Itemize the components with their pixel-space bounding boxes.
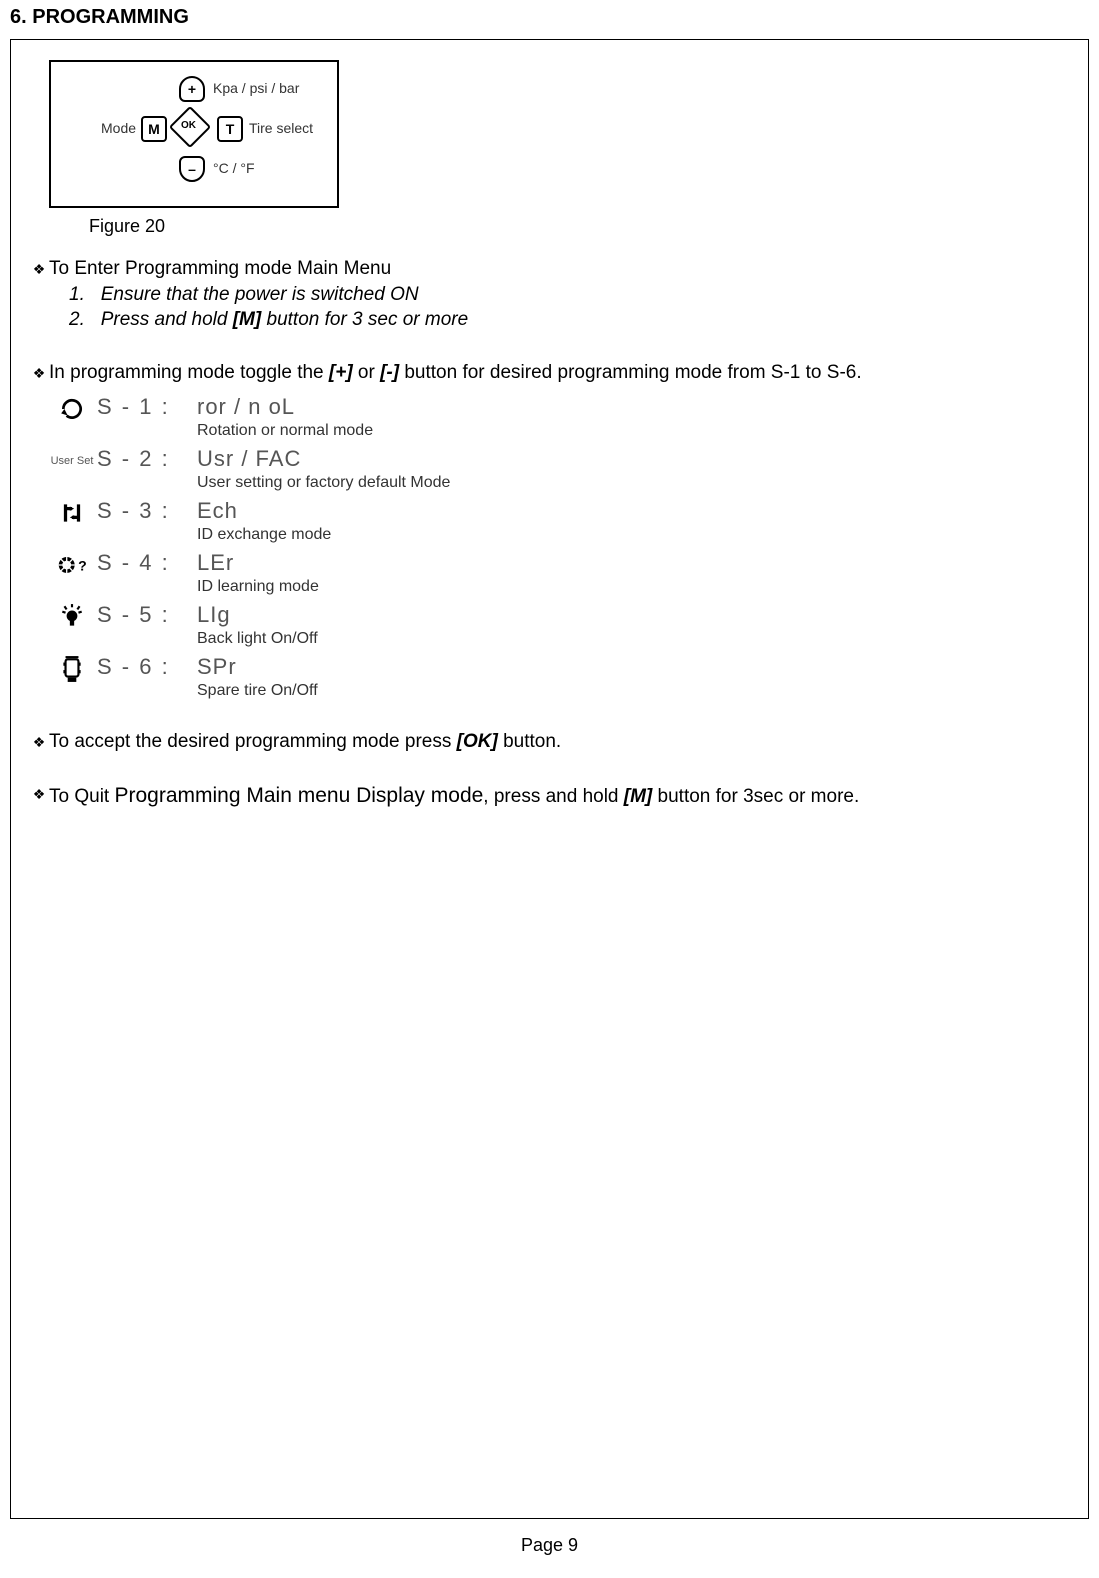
plus-button-icon: + — [179, 76, 205, 102]
bullet-quit-mode: ❖ To Quit Programming Main menu Display … — [29, 782, 1070, 810]
figure-caption: Figure 20 — [89, 216, 1070, 237]
mode-code: S - 3 : — [97, 498, 197, 524]
t-button-icon: T — [217, 116, 243, 142]
mode-short: SPr — [197, 654, 237, 680]
m-button-ref: [M] — [624, 786, 652, 807]
step-number: 1. — [69, 284, 85, 305]
mode-desc: Rotation or normal mode — [197, 422, 373, 440]
figure-20-diagram: + M OK T – Kpa / psi / bar Mode Tire sel… — [49, 60, 339, 208]
m-button-icon: M — [141, 116, 167, 142]
mode-short: LEr — [197, 550, 234, 576]
mode-desc: ID exchange mode — [197, 526, 331, 544]
mode-row-s6: S - 6 :SPr Spare tire On/Off — [47, 654, 1070, 706]
svg-text:?: ? — [78, 557, 87, 573]
step-text: Ensure that the power is switched ON — [101, 284, 419, 305]
bullet-icon: ❖ — [29, 257, 49, 281]
minus-button-ref: [-] — [380, 362, 399, 383]
step-text: button for 3 sec or more — [261, 309, 468, 330]
bullet-accept-mode: ❖ To accept the desired programming mode… — [29, 730, 1070, 755]
ok-button-icon: OK — [177, 114, 207, 144]
bullet-text: In programming mode toggle the [+] or [-… — [49, 361, 1070, 386]
bullet-icon: ❖ — [29, 361, 49, 385]
rotate-icon — [47, 394, 97, 424]
bullet-text: To accept the desired programming mode p… — [49, 730, 1070, 755]
mode-row-s2: User Set S - 2 :Usr / FAC User setting o… — [47, 446, 1070, 498]
m-button-ref: [M] — [233, 309, 261, 330]
mode-row-s1: S - 1 :ror / n oL Rotation or normal mod… — [47, 394, 1070, 446]
mode-desc: ID learning mode — [197, 578, 319, 596]
mode-row-s5: S - 5 :LIg Back light On/Off — [47, 602, 1070, 654]
mode-code: S - 1 : — [97, 394, 197, 420]
mode-short: Ech — [197, 498, 238, 524]
mode-row-s4: ? S - 4 :LEr ID learning mode — [47, 550, 1070, 602]
label-kpa-psi-bar: Kpa / psi / bar — [213, 80, 299, 96]
bullet-icon: ❖ — [29, 730, 49, 754]
spare-tire-icon — [47, 654, 97, 684]
bullet-toggle-mode: ❖ In programming mode toggle the [+] or … — [29, 361, 1070, 386]
mode-row-s3: S - 3 :Ech ID exchange mode — [47, 498, 1070, 550]
step-text: Press and hold — [101, 309, 233, 330]
swap-icon — [47, 498, 97, 528]
bulb-icon — [47, 602, 97, 632]
mode-code: S - 2 : — [97, 446, 197, 472]
mode-code: S - 6 : — [97, 654, 197, 680]
programming-modes-list: S - 1 :ror / n oL Rotation or normal mod… — [47, 394, 1070, 706]
bullet-icon: ❖ — [29, 782, 49, 806]
mode-short: Usr / FAC — [197, 446, 301, 472]
label-c-f: °C / °F — [213, 160, 255, 176]
user-set-icon: User Set — [47, 446, 97, 476]
large-text: Programming Main menu Display mode — [114, 784, 483, 807]
label-mode: Mode — [101, 120, 136, 136]
mode-short: ror / n oL — [197, 394, 295, 420]
bullet-text: To Enter Programming mode Main Menu — [49, 257, 1070, 282]
plus-button-ref: [+] — [329, 362, 353, 383]
step-number: 2. — [69, 309, 85, 330]
wheel-question-icon: ? — [47, 550, 97, 580]
ok-button-ref: [OK] — [457, 731, 498, 752]
bullet-enter-programming: ❖ To Enter Programming mode Main Menu 1.… — [29, 257, 1070, 333]
minus-button-icon: – — [179, 156, 205, 182]
mode-desc: Back light On/Off — [197, 630, 318, 648]
page-number: Page 9 — [0, 1529, 1099, 1570]
label-tire-select: Tire select — [249, 120, 313, 136]
mode-desc: User setting or factory default Mode — [197, 474, 450, 492]
section-heading: 6. PROGRAMMING — [0, 0, 1099, 39]
mode-desc: Spare tire On/Off — [197, 682, 318, 700]
bullet-text: To Quit Programming Main menu Display mo… — [49, 782, 1070, 810]
mode-code: S - 4 : — [97, 550, 197, 576]
mode-short: LIg — [197, 602, 231, 628]
mode-code: S - 5 : — [97, 602, 197, 628]
content-frame: + M OK T – Kpa / psi / bar Mode Tire sel… — [10, 39, 1089, 1519]
